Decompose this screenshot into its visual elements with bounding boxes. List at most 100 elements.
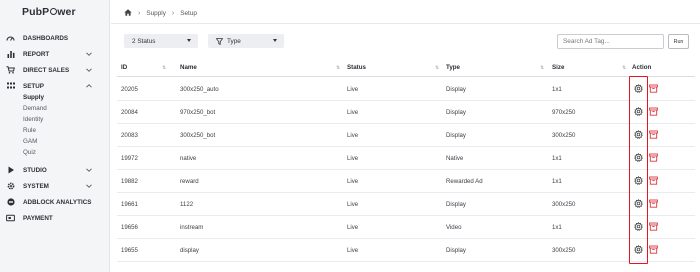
archive-icon[interactable] (649, 245, 658, 254)
archive-icon[interactable] (649, 84, 658, 93)
cell-size: 300x250 (552, 132, 576, 139)
sidebar: PubP wer DASHBOARDS REPORT DIRECT SALES S… (0, 0, 110, 272)
archive-icon[interactable] (649, 107, 658, 116)
cell-type: Native (446, 155, 464, 162)
column-header-size[interactable]: Size (552, 64, 564, 71)
sidebar-item-dashboards[interactable]: DASHBOARDS (6, 32, 106, 44)
cell-status: Live (347, 86, 359, 93)
status-filter-label: 2 Status (132, 37, 156, 45)
table-row[interactable]: 19656 instream Live Video 1x1 (117, 216, 695, 239)
header-divider (111, 23, 700, 24)
cell-size: 1x1 (552, 155, 562, 162)
archive-icon[interactable] (649, 176, 658, 185)
cell-id: 20205 (121, 86, 138, 93)
cell-type: Display (446, 109, 466, 116)
breadcrumb-separator: › (138, 10, 141, 17)
sidebar-item-report[interactable]: REPORT (6, 48, 106, 60)
cell-size: 300x250 (552, 201, 576, 208)
breadcrumb-separator: › (171, 10, 175, 17)
cell-size: 970x250 (552, 109, 576, 116)
archive-icon[interactable] (649, 153, 658, 162)
sort-icon[interactable]: ⇅ (162, 65, 166, 71)
cell-name: instream (180, 224, 204, 231)
play-icon (6, 166, 15, 174)
cell-id: 19882 (121, 178, 138, 185)
table-row[interactable]: 20205 300x250_auto Live Display 1x1 (117, 78, 695, 101)
sidebar-subitem-quiz[interactable]: Quiz (23, 149, 36, 156)
cell-id: 19661 (121, 201, 138, 208)
table-row[interactable]: 19882 reward Live Rewarded Ad 1x1 (117, 170, 695, 193)
cell-type: Display (446, 86, 466, 93)
sidebar-subitem-identity[interactable]: Identity (23, 116, 43, 123)
sort-icon[interactable]: ⇅ (435, 65, 439, 71)
sidebar-item-payment[interactable]: PAYMENT (6, 212, 106, 224)
cell-id: 19656 (121, 224, 138, 231)
archive-icon[interactable] (649, 222, 658, 231)
filter-icon (216, 37, 223, 45)
sidebar-item-direct-sales[interactable]: DIRECT SALES (6, 64, 106, 76)
sidebar-subitem-rule[interactable]: Rule (23, 127, 36, 134)
dashboard-icon (6, 34, 15, 42)
cell-name: 300x250_auto (180, 86, 219, 93)
sidebar-item-label: ADBLOCK ANALYTICS (23, 198, 92, 206)
cell-type: Display (446, 201, 466, 208)
sort-icon[interactable]: ⇅ (540, 65, 544, 71)
sidebar-item-label: REPORT (23, 50, 50, 58)
cell-status: Live (347, 178, 359, 185)
sort-icon[interactable]: ⇅ (336, 65, 340, 71)
table-row[interactable]: 19655 display Live Display 300x250 (117, 239, 695, 262)
sidebar-item-label: PAYMENT (23, 214, 53, 222)
cell-status: Live (347, 109, 359, 116)
sidebar-item-label: SYSTEM (23, 182, 49, 190)
type-filter-dropdown[interactable]: Type (208, 34, 284, 48)
chevron-down-icon (86, 168, 92, 172)
table-row[interactable]: 20083 300x250_bot Live Display 300x250 (117, 124, 695, 147)
sort-icon[interactable]: ⇅ (622, 65, 626, 71)
cell-status: Live (347, 247, 359, 254)
sidebar-item-adblock-analytics[interactable]: ADBLOCK ANALYTICS (6, 196, 106, 208)
table-row[interactable]: 19661 1122 Live Display 300x250 (117, 193, 695, 216)
sidebar-item-system[interactable]: SYSTEM (6, 180, 106, 192)
column-header-id[interactable]: ID (121, 64, 127, 71)
cell-type: Rewarded Ad (446, 178, 483, 185)
chevron-down-icon (86, 68, 92, 72)
sidebar-item-setup[interactable]: SETUP (6, 80, 106, 92)
cell-type: Display (446, 247, 466, 254)
caret-down-icon (273, 39, 277, 42)
cell-status: Live (347, 201, 359, 208)
search-ad-tag-input[interactable] (557, 34, 664, 49)
column-header-status[interactable]: Status (347, 64, 366, 71)
cell-name: display (180, 247, 199, 254)
archive-icon[interactable] (649, 130, 658, 139)
sidebar-subitem-supply[interactable]: Supply (23, 94, 44, 101)
chevron-down-icon (86, 52, 92, 56)
cell-size: 1x1 (552, 86, 562, 93)
sidebar-item-studio[interactable]: STUDIO (6, 164, 106, 176)
cell-id: 19972 (121, 155, 138, 162)
sidebar-subitem-gam[interactable]: GAM (23, 138, 37, 145)
cell-name: 970x250_bot (180, 109, 216, 116)
home-icon[interactable] (124, 9, 132, 18)
cell-type: Display (446, 132, 466, 139)
table-header: ID ⇅ Name ⇅ Status ⇅ Type ⇅ Size ⇅ Actio… (117, 59, 695, 77)
cart-icon (6, 66, 15, 74)
table-row[interactable]: 19972 native Live Native 1x1 (117, 147, 695, 170)
breadcrumb-item-setup: Setup (180, 10, 197, 17)
sidebar-subitem-demand[interactable]: Demand (23, 105, 47, 112)
run-button[interactable]: Run (668, 34, 689, 49)
chevron-up-icon (86, 84, 92, 88)
archive-icon[interactable] (649, 199, 658, 208)
column-header-name[interactable]: Name (180, 64, 197, 71)
column-header-type[interactable]: Type (446, 64, 460, 71)
table-row[interactable]: 20084 970x250_bot Live Display 970x250 (117, 101, 695, 124)
sidebar-item-label: SETUP (23, 82, 44, 90)
breadcrumb-item-supply[interactable]: Supply (146, 10, 166, 17)
status-filter-dropdown[interactable]: 2 Status (124, 34, 198, 48)
pubpower-logo[interactable]: PubP wer (22, 6, 76, 18)
gear-icon (6, 182, 15, 190)
cell-id: 20083 (121, 132, 138, 139)
type-filter-label: Type (227, 37, 241, 45)
sidebar-item-label: DIRECT SALES (23, 66, 70, 74)
cell-size: 300x250 (552, 247, 576, 254)
cell-status: Live (347, 132, 359, 139)
